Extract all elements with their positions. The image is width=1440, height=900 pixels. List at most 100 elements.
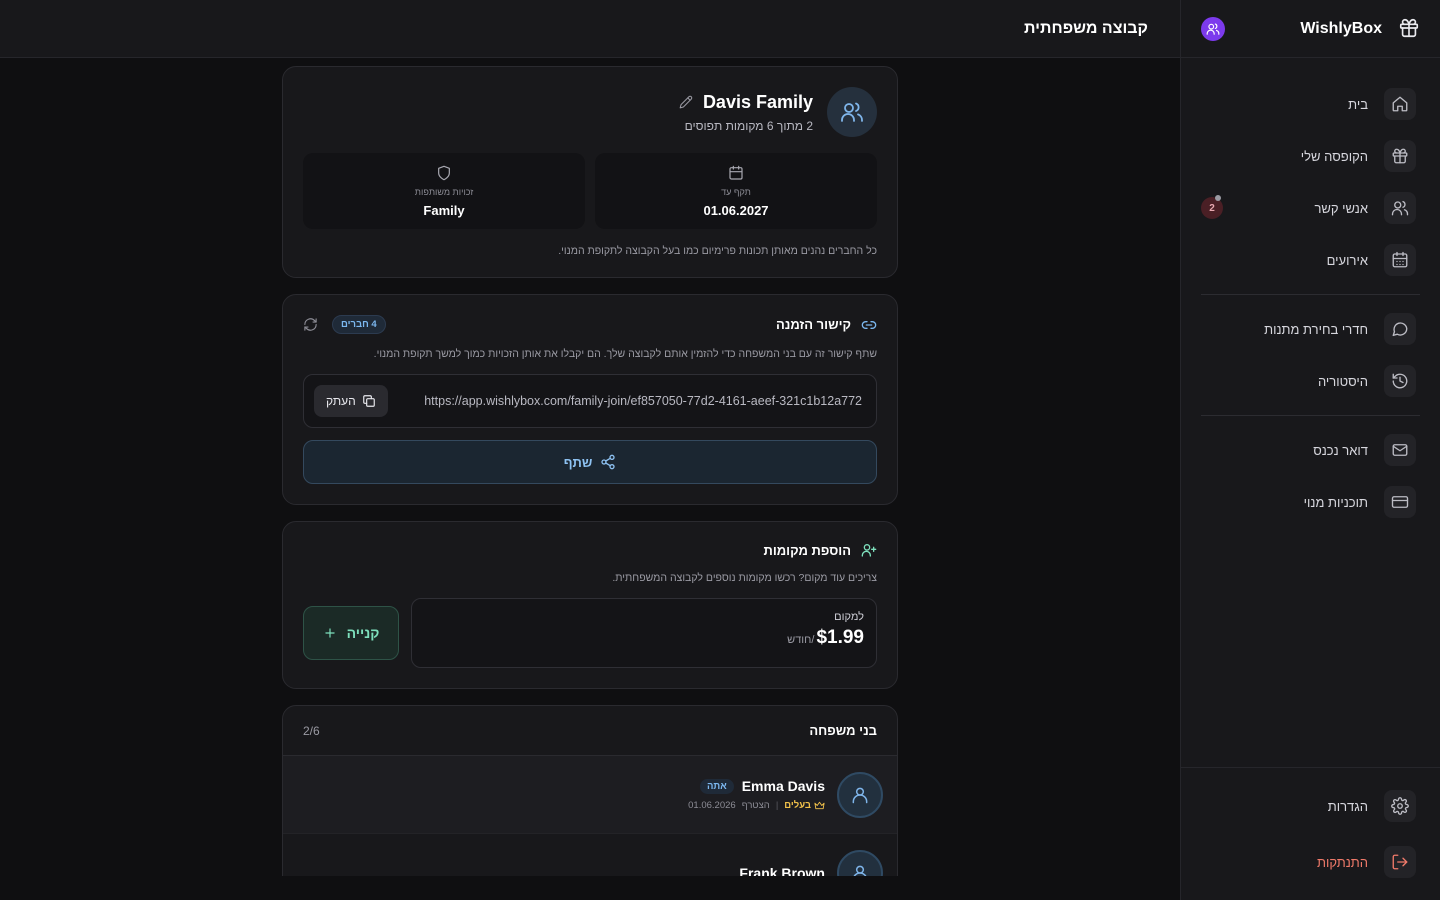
group-name: Davis Family	[702, 91, 813, 112]
member-info: Emma Davis אתה בעלים | הצטרף 01.06.2026	[688, 778, 825, 811]
nav-divider	[1201, 294, 1420, 295]
share-button[interactable]: שתף	[303, 440, 877, 484]
group-info: Davis Family 2 מתוך 6 מקומות תפוסים	[679, 92, 813, 133]
joined-label: הצטרף	[741, 800, 770, 811]
sidebar-item-logout[interactable]: התנתקות	[1181, 836, 1440, 888]
you-badge: אתה	[699, 778, 734, 794]
meta-separator: |	[775, 800, 779, 811]
page-title: קבוצה משפחתית	[1024, 19, 1148, 37]
sidebar-item-history[interactable]: היסטוריה	[1181, 355, 1440, 407]
mail-icon	[1384, 434, 1416, 466]
sidebar-item-my-box[interactable]: הקופסה שלי	[1181, 130, 1440, 182]
invite-header: קישור הזמנה 4 חברים	[303, 315, 877, 334]
group-header: Davis Family 2 מתוך 6 מקומות תפוסים	[303, 87, 877, 137]
gift-icon	[1396, 17, 1420, 41]
member-row[interactable]: Emma Davis אתה בעלים | הצטרף 01.06.2026	[283, 756, 897, 834]
sidebar-header: WishlyBox	[1181, 0, 1440, 58]
invite-link-card: קישור הזמנה 4 חברים שתף קישור זה עם בני …	[282, 294, 898, 505]
price-value: $1.99	[816, 627, 864, 648]
share-label: שתף	[563, 454, 593, 470]
users-icon	[1206, 22, 1220, 36]
sidebar-bottom: הגדרות התנתקות	[1181, 767, 1440, 900]
sidebar-item-plans[interactable]: תוכניות מנוי	[1181, 476, 1440, 528]
sidebar-item-home[interactable]: בית	[1181, 78, 1440, 130]
notification-badge: 2	[1201, 195, 1223, 219]
stat-label: זכויות משותפות	[414, 186, 474, 197]
sidebar-item-label: תוכניות מנוי	[1303, 494, 1368, 510]
invite-header-actions: 4 חברים	[303, 315, 386, 334]
sidebar-item-contacts[interactable]: אנשי קשר 2	[1181, 182, 1440, 234]
invite-link-field[interactable]: https://app.wishlybox.com/family-join/ef…	[303, 374, 877, 428]
price-label: למקום	[834, 611, 864, 623]
sidebar-item-label: אירועים	[1326, 252, 1368, 268]
seats-row: למקום $1.99 /חודש קנייה	[303, 598, 877, 668]
group-note: כל החברים נהנים מאותן תכונות פרימיום כמו…	[558, 245, 877, 257]
sidebar: WishlyBox בית הקופסה שלי אנשי קשר 2 אירו…	[1180, 0, 1440, 900]
price-unit: /חודש	[787, 634, 815, 646]
member-meta: בעלים | הצטרף 01.06.2026	[688, 800, 825, 811]
brand-name: WishlyBox	[1300, 19, 1382, 37]
invite-title-group: קישור הזמנה	[776, 317, 877, 333]
seats-title-group: הוספת מקומות	[303, 542, 877, 558]
sidebar-item-label: התנתקות	[1316, 854, 1368, 870]
joined-date: 01.06.2026	[688, 800, 736, 811]
chat-icon	[1384, 313, 1416, 345]
buy-label: קנייה	[346, 625, 380, 641]
members-count: 2/6	[303, 723, 320, 738]
members-header: בני משפחה 2/6	[283, 706, 897, 756]
shield-icon	[436, 165, 452, 181]
home-icon	[1384, 88, 1416, 120]
invite-description: שתף קישור זה עם בני המשפחה כדי להזמין או…	[373, 348, 877, 360]
member-info: Frank Brown	[739, 865, 825, 877]
invite-title: קישור הזמנה	[775, 317, 851, 332]
seat-price-box: למקום $1.99 /חודש	[411, 598, 877, 668]
sidebar-item-events[interactable]: אירועים	[1181, 234, 1440, 286]
users-icon	[840, 100, 864, 124]
credit-card-icon	[1384, 486, 1416, 518]
member-name: Frank Brown	[739, 864, 825, 877]
history-icon	[1384, 365, 1416, 397]
members-count-badge: 4 חברים	[332, 315, 386, 334]
sidebar-item-settings[interactable]: הגדרות	[1181, 780, 1440, 832]
plus-icon	[323, 626, 337, 640]
copy-link-button[interactable]: העתק	[314, 385, 388, 417]
role-label: בעלים	[784, 800, 811, 811]
link-icon	[861, 317, 877, 333]
users-icon	[1384, 192, 1416, 224]
member-avatar	[837, 849, 883, 876]
invite-link-url[interactable]: https://app.wishlybox.com/family-join/ef…	[424, 394, 862, 408]
family-members-card: בני משפחה 2/6 Emma Davis אתה בעלים | הצט…	[282, 705, 898, 876]
owner-role: בעלים	[784, 800, 825, 811]
group-seats-used: 2 מתוך 6 מקומות תפוסים	[684, 118, 813, 133]
member-name-row: Emma Davis אתה	[688, 778, 825, 794]
members-title: בני משפחה	[809, 723, 877, 738]
topbar: קבוצה משפחתית	[0, 0, 1180, 58]
seats-title: הוספת מקומות	[763, 542, 851, 558]
content-column: Davis Family 2 מתוך 6 מקומות תפוסים תקף …	[282, 66, 898, 876]
sidebar-item-inbox[interactable]: דואר נכנס	[1181, 424, 1440, 476]
nav-divider	[1201, 415, 1420, 416]
member-avatar	[837, 771, 883, 818]
user-icon	[850, 863, 870, 876]
refresh-icon[interactable]	[303, 317, 318, 332]
group-avatar	[827, 87, 877, 137]
user-avatar[interactable]	[1201, 16, 1225, 41]
sidebar-item-gift-rooms[interactable]: חדרי בחירת מתנות	[1181, 303, 1440, 355]
sidebar-item-label: בית	[1348, 96, 1368, 112]
copy-label: העתק	[326, 394, 356, 408]
copy-icon	[362, 394, 376, 408]
crown-icon	[814, 800, 825, 811]
sidebar-item-label: אנשי קשר	[1314, 200, 1368, 216]
gift-icon	[1384, 140, 1416, 172]
brand[interactable]: WishlyBox	[1300, 17, 1420, 41]
price-line: $1.99 /חודש	[424, 627, 864, 649]
stat-value: 01.06.2027	[703, 202, 769, 218]
seats-description: צריכים עוד מקום? רכשו מקומות נוספים לקבו…	[612, 572, 877, 584]
stat-label: תקף עד	[721, 186, 751, 197]
stat-valid-until: תקף עד 01.06.2027	[595, 153, 877, 229]
calendar-icon	[728, 165, 744, 181]
add-seats-card: הוספת מקומות צריכים עוד מקום? רכשו מקומו…	[282, 521, 898, 689]
member-row[interactable]: Frank Brown	[283, 834, 897, 876]
edit-pencil-icon[interactable]	[679, 95, 693, 109]
buy-seat-button[interactable]: קנייה	[303, 606, 399, 660]
